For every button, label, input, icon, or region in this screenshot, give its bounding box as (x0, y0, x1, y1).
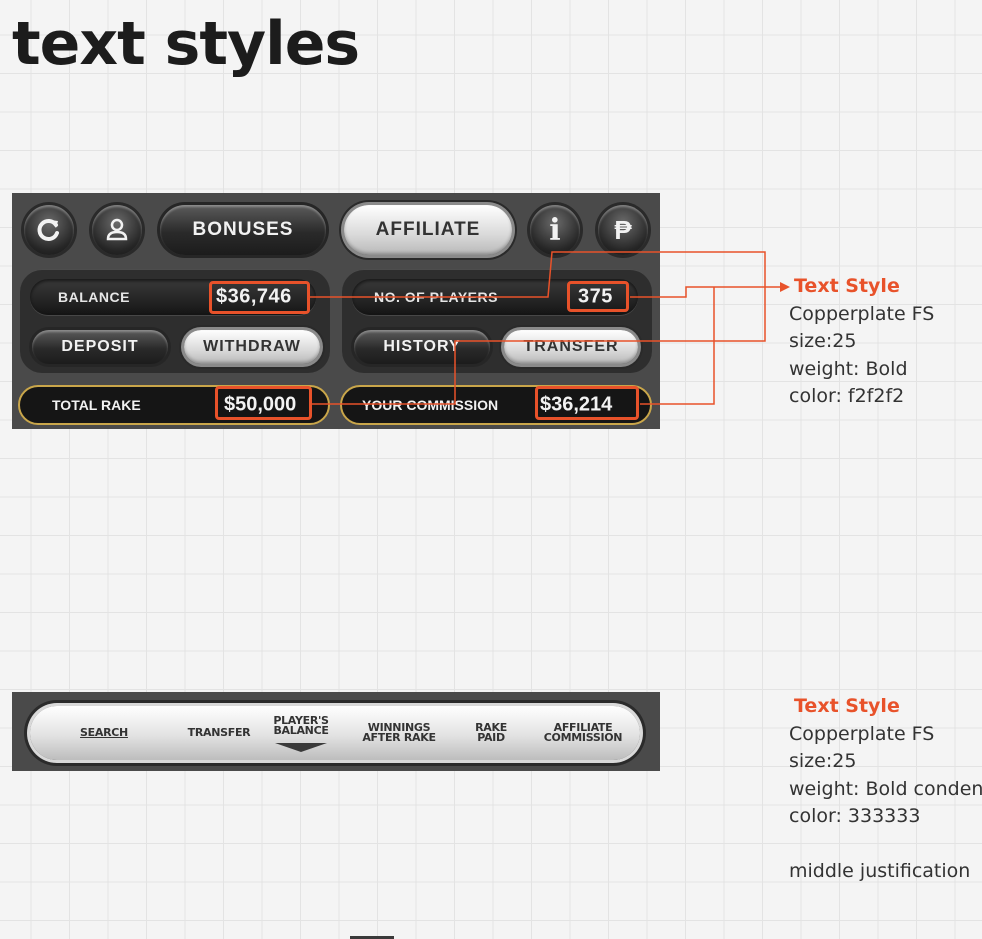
pp-logo-icon: ₱ (614, 214, 632, 245)
annotation-2-justification: middle justification (789, 860, 971, 882)
highlight-balance (209, 281, 310, 314)
history-button[interactable]: HISTORY (354, 330, 490, 364)
tab-players-balance-line2: BALANCE (273, 724, 329, 737)
user-icon (106, 218, 128, 241)
pp-button[interactable]: ₱ (598, 205, 648, 255)
total-rake-label: TOTAL RAKE (52, 397, 141, 413)
tab-winnings-after-rake[interactable]: WINNINGS AFTER RAKE (362, 722, 436, 744)
deposit-button[interactable]: DEPOSIT (32, 330, 168, 364)
tab-rake-paid[interactable]: RAKE PAID (475, 722, 507, 744)
text-style-annotation-2: Text Style Copperplate FS size:25 weight… (789, 693, 982, 886)
tab-bar: SEARCH TRANSFER PLAYER'S BALANCE WINNING… (30, 706, 640, 760)
annotation-2-weight: weight: Bold condensed (789, 777, 982, 800)
transfer-button[interactable]: TRANSFER (504, 330, 638, 364)
active-tab-arrow-icon (275, 743, 327, 752)
annotation-1-size: size:25 (789, 330, 857, 352)
annotation-1-heading: Text Style (794, 275, 900, 297)
tab-players-balance[interactable]: PLAYER'S BALANCE (273, 715, 329, 737)
players-label: NO. OF PLAYERS (374, 289, 498, 305)
affiliate-panel: BONUSES AFFILIATE i ₱ BALANCE $36,746 DE… (12, 193, 660, 429)
withdraw-button[interactable]: WITHDRAW (184, 330, 320, 364)
tab-transfer[interactable]: TRANSFER (188, 727, 251, 738)
info-button[interactable]: i (530, 205, 580, 255)
tab-affiliate-commission[interactable]: AFFILIATE COMMISSION (543, 722, 623, 744)
commission-label: YOUR COMMISSION (362, 397, 499, 413)
annotation-1-color: color: f2f2f2 (789, 385, 905, 407)
tab-winnings-line2: AFTER RAKE (362, 731, 436, 744)
annotation-2-heading: Text Style (794, 695, 900, 717)
highlight-commission (535, 386, 639, 420)
tab-search[interactable]: SEARCH (80, 727, 128, 738)
refresh-icon (37, 219, 59, 241)
annotation-1-font: Copperplate FS (789, 302, 935, 325)
annotation-2-color: color: 333333 (789, 805, 921, 827)
tab-rake-paid-line2: PAID (477, 731, 505, 744)
tab-bar-panel: SEARCH TRANSFER PLAYER'S BALANCE WINNING… (12, 692, 660, 771)
page-title: text styles (12, 9, 360, 79)
tab-affiliate-line2: COMMISSION (543, 731, 623, 744)
highlight-players (567, 281, 629, 312)
annotation-2-font: Copperplate FS (789, 722, 935, 745)
bonuses-button[interactable]: BONUSES (160, 205, 326, 255)
info-icon: i (549, 212, 561, 248)
refresh-button[interactable] (24, 205, 74, 255)
annotation-2-size: size:25 (789, 750, 857, 772)
text-style-annotation-1: Text Style Copperplate FS size:25 weight… (789, 273, 934, 411)
profile-button[interactable] (92, 205, 142, 255)
highlight-rake (215, 386, 312, 420)
balance-label: BALANCE (58, 289, 130, 305)
annotation-1-weight: weight: Bold (789, 357, 908, 380)
affiliate-button[interactable]: AFFILIATE (344, 205, 512, 255)
